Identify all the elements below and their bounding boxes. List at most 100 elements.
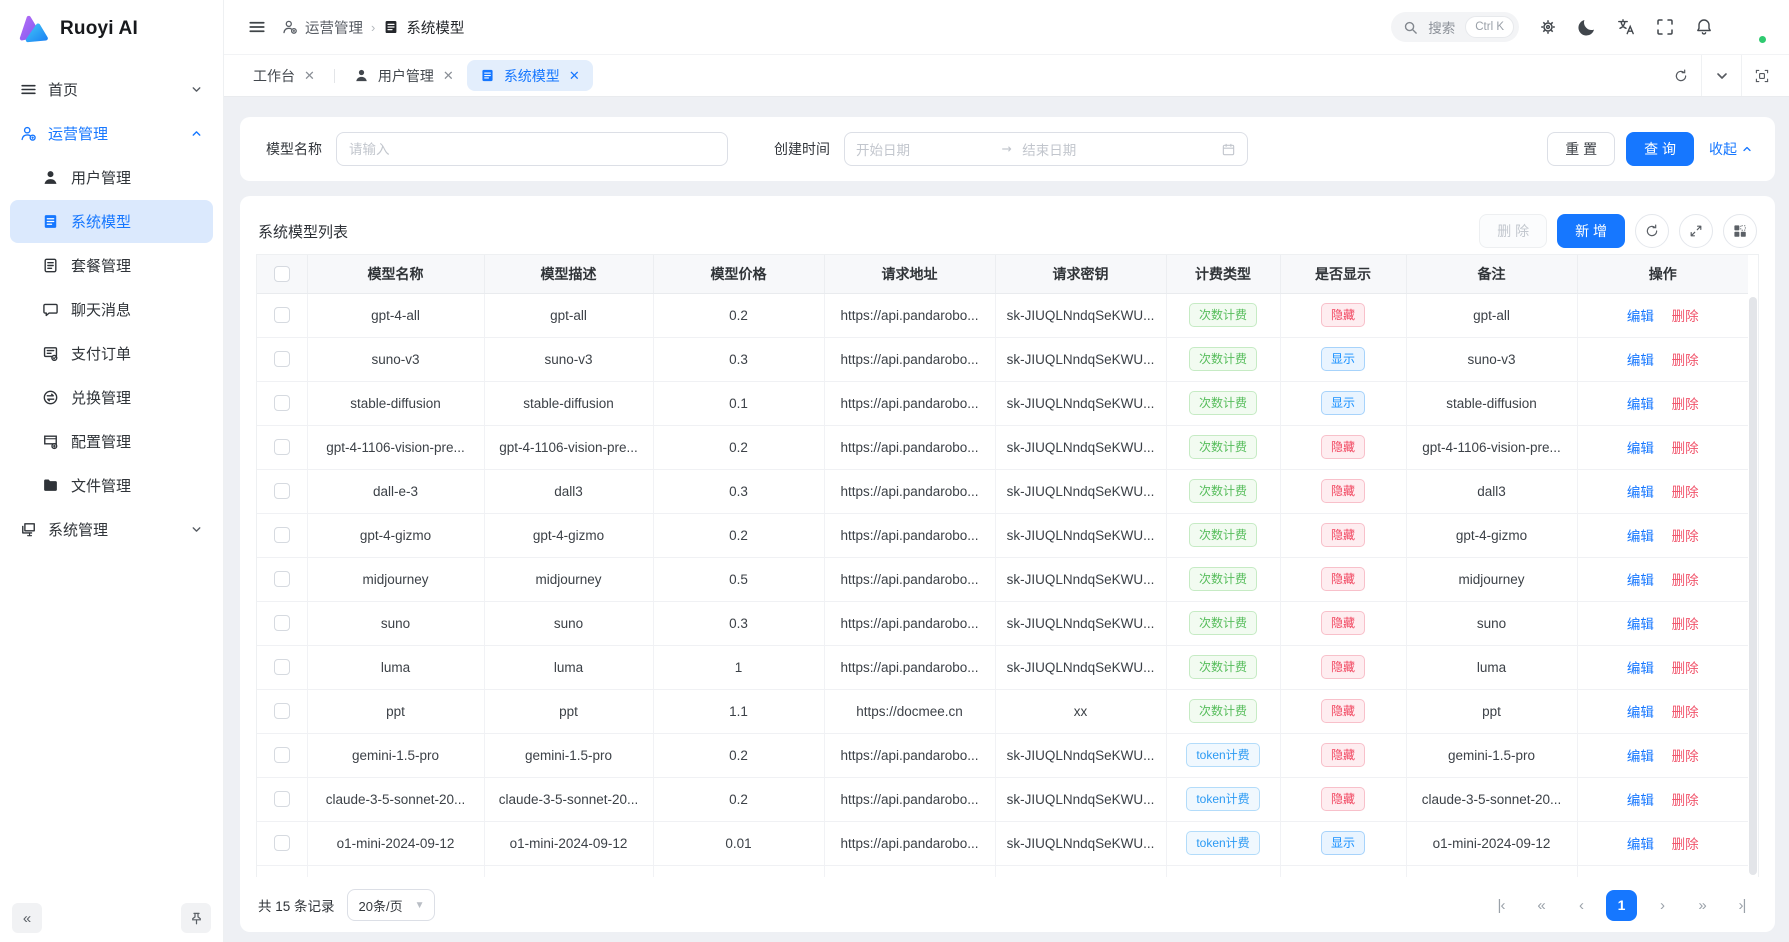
row-checkbox[interactable] [274, 835, 290, 851]
edit-link[interactable]: 编辑 [1627, 397, 1654, 412]
next-button[interactable]: › [1647, 890, 1677, 920]
delete-link[interactable]: 删除 [1672, 793, 1699, 808]
current-page-button[interactable]: 1 [1606, 890, 1637, 921]
delete-link[interactable]: 删除 [1672, 529, 1699, 544]
sidebar-item-file-management[interactable]: 文件管理 [10, 464, 213, 507]
delete-link[interactable]: 删除 [1672, 397, 1699, 412]
row-checkbox[interactable] [274, 483, 290, 499]
collapse-filter-link[interactable]: 收起 [1709, 139, 1753, 159]
add-button[interactable]: 新 增 [1557, 214, 1625, 248]
delete-link[interactable]: 删除 [1672, 837, 1699, 852]
translate-icon[interactable] [1616, 17, 1636, 37]
tabbar: 工作台✕ 用户管理✕系统模型✕ [224, 54, 1789, 97]
model-desc-cell: luma [484, 645, 653, 689]
column-header: 模型价格 [653, 255, 824, 293]
sidebar-item-payment-orders[interactable]: 支付订单 [10, 332, 213, 375]
notifications-bell-icon[interactable] [1694, 17, 1714, 37]
tab-user-management[interactable]: 用户管理✕ [341, 60, 467, 91]
breadcrumb: 运营管理 › 系统模型 [282, 17, 464, 38]
hamburger-icon[interactable] [248, 18, 266, 36]
first-page-button[interactable]: |‹ [1486, 890, 1516, 920]
reset-button[interactable]: 重 置 [1547, 132, 1615, 166]
sidebar-item-home[interactable]: 首页 [10, 68, 213, 111]
edit-link[interactable]: 编辑 [1627, 705, 1654, 720]
model-desc-cell: dall3 [484, 469, 653, 513]
page-size-select[interactable]: 20条/页 ▼ [347, 889, 435, 921]
visibility-cell: 隐藏 [1280, 513, 1406, 557]
edit-link[interactable]: 编辑 [1627, 353, 1654, 368]
row-checkbox[interactable] [274, 747, 290, 763]
delete-selected-button[interactable]: 删 除 [1479, 214, 1547, 248]
model-price-cell: 0.5 [653, 557, 824, 601]
row-checkbox[interactable] [274, 527, 290, 543]
delete-link[interactable]: 删除 [1672, 749, 1699, 764]
edit-link[interactable]: 编辑 [1627, 793, 1654, 808]
row-checkbox[interactable] [274, 351, 290, 367]
date-range-picker[interactable]: 开始日期 结束日期 [844, 132, 1248, 166]
sidebar-item-system[interactable]: 系统管理 [10, 508, 213, 551]
delete-link[interactable]: 删除 [1672, 485, 1699, 500]
edit-link[interactable]: 编辑 [1627, 661, 1654, 676]
edit-link[interactable]: 编辑 [1627, 617, 1654, 632]
breadcrumb-item-system-models[interactable]: 系统模型 [383, 17, 464, 38]
row-checkbox[interactable] [274, 439, 290, 455]
sidebar-item-system-models[interactable]: 系统模型 [10, 200, 213, 243]
dark-mode-moon-icon[interactable] [1577, 17, 1597, 37]
prev-button[interactable]: ‹ [1566, 890, 1596, 920]
edit-link[interactable]: 编辑 [1627, 441, 1654, 456]
settings-gear-icon[interactable] [1538, 17, 1558, 37]
collapse-sidebar-button[interactable]: « [12, 903, 42, 933]
jump-next-button[interactable]: » [1687, 890, 1717, 920]
delete-link[interactable]: 删除 [1672, 573, 1699, 588]
row-checkbox[interactable] [274, 571, 290, 587]
sidebar-item-chat-messages[interactable]: 聊天消息 [10, 288, 213, 331]
delete-link[interactable]: 删除 [1672, 353, 1699, 368]
refresh-table-button[interactable] [1635, 214, 1669, 248]
delete-link[interactable]: 删除 [1672, 661, 1699, 676]
tab-options-chevron-icon[interactable] [1701, 55, 1741, 96]
row-checkbox[interactable] [274, 395, 290, 411]
search-button[interactable]: 查 询 [1626, 132, 1694, 166]
column-settings-button[interactable] [1723, 214, 1757, 248]
content-fullscreen-icon[interactable] [1741, 55, 1781, 96]
edit-link[interactable]: 编辑 [1627, 485, 1654, 500]
refresh-page-icon[interactable] [1661, 55, 1701, 96]
sidebar-item-label: 支付订单 [71, 343, 131, 364]
sidebar-item-redeem-management[interactable]: 兑换管理 [10, 376, 213, 419]
user-avatar[interactable] [1733, 10, 1767, 44]
edit-link[interactable]: 编辑 [1627, 573, 1654, 588]
table-fullscreen-button[interactable] [1679, 214, 1713, 248]
edit-link[interactable]: 编辑 [1627, 837, 1654, 852]
breadcrumb-item-operations[interactable]: 运营管理 [282, 17, 363, 38]
edit-link[interactable]: 编辑 [1627, 749, 1654, 764]
delete-link[interactable]: 删除 [1672, 617, 1699, 632]
billing-badge: token计费 [1186, 743, 1259, 767]
row-checkbox[interactable] [274, 791, 290, 807]
row-checkbox[interactable] [274, 615, 290, 631]
select-all-checkbox[interactable] [274, 266, 290, 282]
delete-link[interactable]: 删除 [1672, 441, 1699, 456]
row-checkbox[interactable] [274, 307, 290, 323]
sidebar-item-operations[interactable]: 运营管理 [10, 112, 213, 155]
tab-system-models[interactable]: 系统模型✕ [467, 60, 593, 91]
row-checkbox[interactable] [274, 659, 290, 675]
tab-close-icon[interactable]: ✕ [304, 69, 315, 82]
jump-prev-button[interactable]: « [1526, 890, 1556, 920]
edit-link[interactable]: 编辑 [1627, 529, 1654, 544]
tab-close-icon[interactable]: ✕ [443, 69, 454, 82]
tab-workbench[interactable]: 工作台✕ [240, 60, 328, 91]
edit-link[interactable]: 编辑 [1627, 309, 1654, 324]
fullscreen-icon[interactable] [1655, 17, 1675, 37]
model-name-input[interactable] [336, 132, 728, 166]
last-page-button[interactable]: ›| [1727, 890, 1757, 920]
global-search[interactable]: 搜索 Ctrl K [1391, 12, 1519, 42]
table-scrollbar[interactable] [1749, 297, 1757, 875]
tab-close-icon[interactable]: ✕ [569, 69, 580, 82]
sidebar-item-package-management[interactable]: 套餐管理 [10, 244, 213, 287]
sidebar-item-config-management[interactable]: 配置管理 [10, 420, 213, 463]
pin-sidebar-button[interactable] [181, 903, 211, 933]
row-checkbox[interactable] [274, 703, 290, 719]
delete-link[interactable]: 删除 [1672, 705, 1699, 720]
sidebar-item-user-management[interactable]: 用户管理 [10, 156, 213, 199]
delete-link[interactable]: 删除 [1672, 309, 1699, 324]
